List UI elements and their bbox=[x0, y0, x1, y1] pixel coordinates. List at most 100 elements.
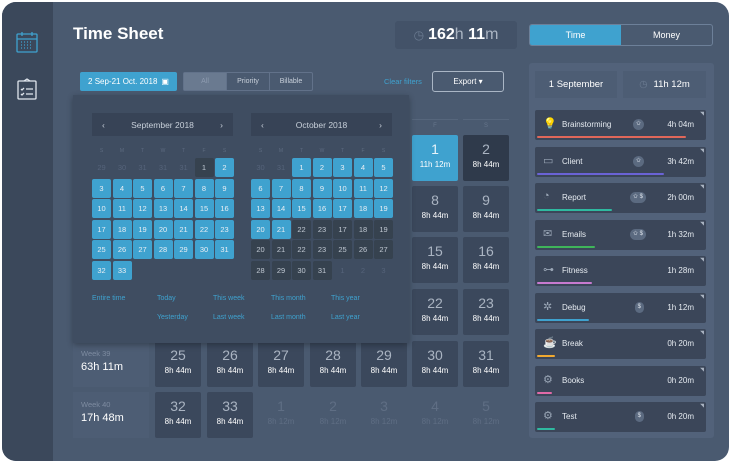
filter-all[interactable]: All bbox=[184, 73, 226, 90]
calendar-day[interactable]: 6 bbox=[153, 178, 173, 198]
toggle-time[interactable]: Time bbox=[530, 25, 621, 45]
calendar-day[interactable]: 15 bbox=[292, 199, 311, 218]
calendar-day[interactable]: 8 bbox=[194, 178, 214, 198]
calendar-day[interactable]: 2 bbox=[215, 158, 234, 177]
day-cell[interactable]: 16 8h 44m bbox=[463, 237, 509, 283]
calendar-day[interactable]: 21 bbox=[174, 219, 193, 239]
next-month-icon[interactable]: › bbox=[379, 120, 382, 130]
calendar-day[interactable]: 19 bbox=[374, 219, 393, 239]
calendar-day[interactable]: 6 bbox=[251, 178, 270, 198]
task-item[interactable]: ▭ Client ✩ 3h 42m ◥ bbox=[535, 146, 706, 177]
calendar-day[interactable]: 19 bbox=[133, 219, 152, 239]
quick-range-link[interactable]: Yesterday bbox=[157, 314, 188, 321]
task-item[interactable]: ✲ Debug $1h 12m ◥ bbox=[535, 292, 706, 323]
task-item[interactable]: ☕ Break 0h 20m ◥ bbox=[535, 329, 706, 359]
calendar-day[interactable]: 32 bbox=[92, 260, 111, 280]
day-cell[interactable]: 29 8h 44m bbox=[361, 341, 407, 387]
calendar-day[interactable]: 12 bbox=[133, 199, 152, 218]
quick-range-link[interactable]: This week bbox=[213, 295, 245, 302]
day-cell[interactable]: 9 8h 44m bbox=[463, 186, 509, 232]
calendar-day[interactable]: 4 bbox=[112, 178, 132, 198]
calendar-day[interactable]: 31 bbox=[312, 260, 332, 280]
calendar-day[interactable]: 22 bbox=[194, 219, 214, 239]
calendar-day[interactable]: 20 bbox=[153, 219, 173, 239]
calendar-day[interactable]: 7 bbox=[174, 178, 193, 198]
calendar-day[interactable]: 31 bbox=[174, 158, 193, 177]
calendar-day[interactable]: 10 bbox=[92, 199, 111, 218]
prev-month-icon[interactable]: ‹ bbox=[261, 120, 264, 130]
day-cell[interactable]: 32 8h 44m bbox=[155, 392, 201, 438]
calendar-day[interactable]: 22 bbox=[292, 240, 311, 259]
calendar-day[interactable]: 26 bbox=[112, 240, 132, 259]
calendar-day[interactable]: 17 bbox=[333, 219, 352, 239]
calendar-day[interactable]: 25 bbox=[92, 240, 111, 259]
quick-range-link[interactable]: Last week bbox=[213, 314, 245, 321]
calendar-day[interactable]: 22 bbox=[292, 219, 311, 239]
calendar-day[interactable]: 31 bbox=[272, 158, 291, 177]
task-item[interactable]: ◔ Report ✩ $ 2h 00m ◥ bbox=[535, 183, 706, 213]
quick-range-link[interactable]: This year bbox=[331, 295, 360, 302]
calendar-day[interactable]: 3 bbox=[92, 178, 111, 198]
task-item[interactable]: ⚙ Books 0h 20m ◥ bbox=[535, 365, 706, 396]
calendar-day[interactable]: 23 bbox=[312, 240, 332, 259]
calendar-day[interactable]: 2 bbox=[354, 261, 373, 280]
calendar-day[interactable]: 31 bbox=[154, 158, 173, 177]
calendar-day[interactable]: 8 bbox=[292, 178, 311, 198]
day-cell[interactable]: 15 8h 44m bbox=[412, 237, 458, 283]
calendar-day[interactable]: 14 bbox=[271, 199, 291, 218]
calendar-day[interactable]: 9 bbox=[312, 178, 332, 198]
calendar-day[interactable]: 18 bbox=[353, 219, 373, 239]
calendar-day[interactable]: 20 bbox=[251, 219, 270, 239]
calendar-day[interactable]: 5 bbox=[374, 158, 393, 177]
export-button[interactable]: Export ▾ bbox=[432, 71, 504, 92]
day-cell[interactable]: 1 11h 12m bbox=[412, 135, 458, 181]
day-cell[interactable]: 2 8h 44m bbox=[463, 135, 509, 181]
calendar-day[interactable]: 3 bbox=[374, 261, 393, 280]
quick-range-link[interactable]: Last year bbox=[331, 314, 360, 321]
calendar-day[interactable]: 19 bbox=[374, 199, 393, 218]
calendar-day[interactable]: 28 bbox=[153, 240, 173, 259]
calendar-icon[interactable] bbox=[15, 30, 39, 54]
calendar-day[interactable]: 5 bbox=[133, 178, 152, 198]
task-item[interactable]: 💡 Brainstorming ✩ 4h 04m ◥ bbox=[535, 110, 706, 140]
calendar-day[interactable]: 25 bbox=[333, 240, 352, 259]
calendar-day[interactable]: 1 bbox=[292, 158, 311, 177]
quick-range-link[interactable]: This month bbox=[271, 295, 306, 302]
calendar-day[interactable]: 16 bbox=[312, 199, 332, 218]
checklist-icon[interactable] bbox=[15, 77, 39, 101]
calendar-day[interactable]: 28 bbox=[251, 260, 270, 280]
calendar-day[interactable]: 1 bbox=[194, 158, 214, 177]
day-cell[interactable]: 31 8h 44m bbox=[463, 341, 509, 387]
calendar-day[interactable]: 14 bbox=[174, 199, 193, 218]
calendar-day[interactable]: 30 bbox=[113, 158, 132, 177]
calendar-day[interactable]: 2 bbox=[312, 158, 332, 177]
calendar-day[interactable]: 31 bbox=[215, 240, 234, 259]
calendar-day[interactable]: 30 bbox=[194, 240, 214, 259]
calendar-day[interactable]: 1 bbox=[333, 261, 352, 280]
calendar-day[interactable]: 21 bbox=[271, 219, 291, 239]
calendar-day[interactable]: 26 bbox=[353, 240, 373, 259]
calendar-day[interactable]: 18 bbox=[112, 219, 132, 239]
calendar-day[interactable]: 21 bbox=[271, 240, 291, 259]
calendar-day[interactable]: 11 bbox=[112, 199, 132, 218]
filter-priority[interactable]: Priority bbox=[226, 73, 269, 90]
day-cell[interactable]: 1 8h 12m bbox=[258, 392, 304, 438]
day-cell[interactable]: 5 8h 12m bbox=[463, 392, 509, 438]
day-cell[interactable]: 3 8h 12m bbox=[361, 392, 407, 438]
calendar-day[interactable]: 29 bbox=[174, 240, 193, 259]
day-cell[interactable]: 27 8h 44m bbox=[258, 341, 304, 387]
calendar-day[interactable]: 27 bbox=[133, 240, 152, 259]
day-cell[interactable]: 26 8h 44m bbox=[207, 341, 253, 387]
day-cell[interactable]: 22 8h 44m bbox=[412, 289, 458, 335]
calendar-day[interactable]: 4 bbox=[353, 158, 373, 177]
calendar-day[interactable]: 33 bbox=[112, 260, 132, 280]
calendar-day[interactable]: 23 bbox=[215, 219, 234, 239]
calendar-day[interactable]: 13 bbox=[251, 199, 270, 218]
calendar-day[interactable]: 29 bbox=[271, 260, 291, 280]
toggle-money[interactable]: Money bbox=[621, 25, 712, 45]
calendar-day[interactable]: 27 bbox=[374, 240, 393, 259]
day-cell[interactable]: 8 8h 44m bbox=[412, 186, 458, 232]
day-cell[interactable]: 4 8h 12m bbox=[412, 392, 458, 438]
day-cell[interactable]: 28 8h 44m bbox=[310, 341, 356, 387]
prev-month-icon[interactable]: ‹ bbox=[102, 120, 105, 130]
